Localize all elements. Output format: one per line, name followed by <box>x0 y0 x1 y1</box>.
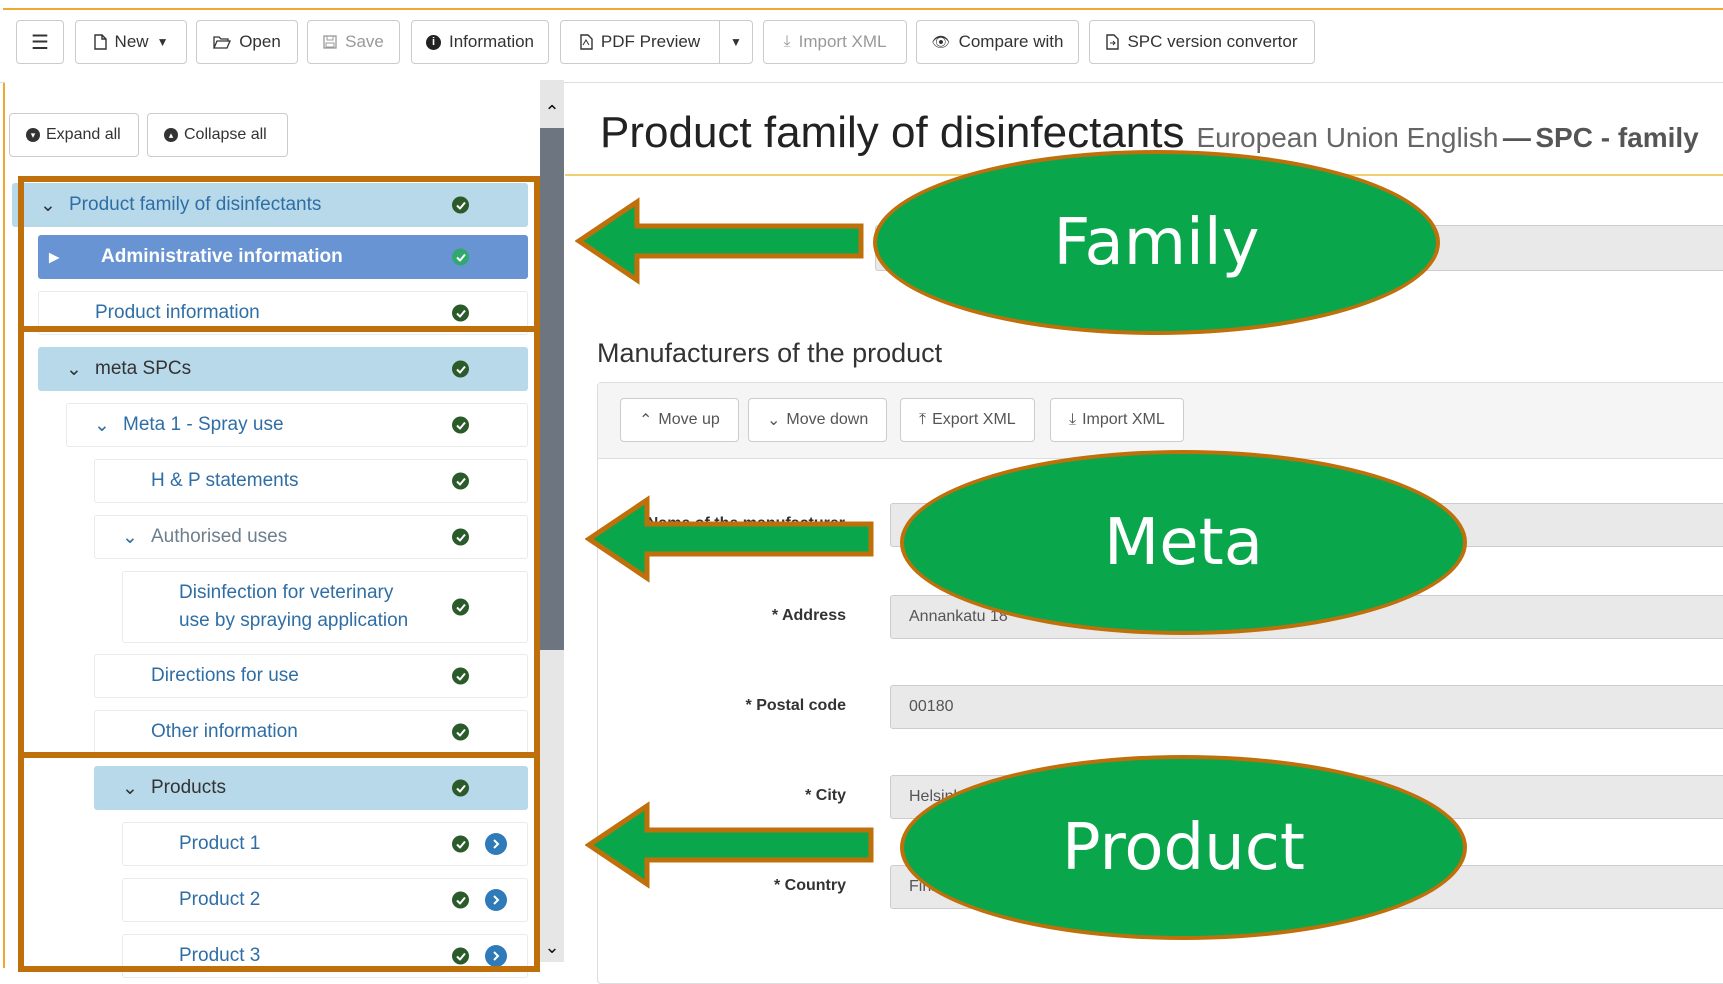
address-label: * Address <box>771 607 846 624</box>
family-bracket <box>18 176 540 332</box>
pdf-preview-dropdown[interactable]: ▼ <box>719 20 753 64</box>
import-xml-button[interactable]: ⤓ Import XML <box>763 20 907 64</box>
info-circle-icon: i <box>425 34 441 50</box>
hamburger-icon: ☰ <box>31 31 49 54</box>
scrollbar-thumb[interactable] <box>540 128 564 650</box>
export-xml-button[interactable]: ⤒ Export XML <box>900 398 1035 442</box>
section-title: Manufacturers of the product <box>597 338 943 368</box>
spc-version-convertor-button[interactable]: SPC version convertor <box>1089 20 1315 64</box>
product-annotation: Product <box>900 755 1467 940</box>
new-button[interactable]: New ▼ <box>75 20 187 64</box>
upload-icon: ⤒ <box>919 411 927 428</box>
floppy-icon <box>323 35 337 49</box>
move-up-button[interactable]: ⌃ Move up <box>620 398 739 442</box>
postal-code-label: * Postal code <box>745 697 846 714</box>
folder-open-icon <box>213 36 232 49</box>
caret-down-icon: ▼ <box>730 35 742 49</box>
compare-with-button[interactable]: 👁 Compare with <box>916 20 1079 64</box>
chevron-down-icon: ⌄ <box>767 412 781 429</box>
family-arrow-icon <box>575 197 864 285</box>
scroll-down-icon[interactable]: ⌄ <box>540 935 564 959</box>
download-icon: ⤓ <box>1069 411 1077 428</box>
toolbar: ☰ New ▼ Open Save i Information PDF Prev… <box>0 10 1723 83</box>
postal-code-input[interactable]: 00180 <box>890 685 1723 729</box>
product-arrow-icon <box>585 801 874 889</box>
collapse-all-button[interactable]: ▴ Collapse all <box>147 113 288 157</box>
save-button[interactable]: Save <box>307 20 400 64</box>
expand-all-button[interactable]: ▾ Expand all <box>9 113 139 157</box>
meta-bracket <box>18 326 540 758</box>
open-button[interactable]: Open <box>196 20 298 64</box>
eye-icon: 👁 <box>931 34 951 51</box>
meta-annotation: Meta <box>900 450 1467 635</box>
information-button[interactable]: i Information <box>411 20 549 64</box>
chevron-up-icon: ⌃ <box>639 412 653 429</box>
file-icon <box>93 34 107 50</box>
caret-down-icon: ▼ <box>156 35 169 49</box>
language-label: European Union English <box>1196 122 1499 153</box>
menu-button[interactable]: ☰ <box>16 20 64 64</box>
download-icon: ⤓ <box>783 33 791 50</box>
pdf-file-icon <box>580 34 593 50</box>
family-annotation: Family <box>873 150 1440 335</box>
chevron-circle-up-icon: ▴ <box>164 128 178 142</box>
panel-import-xml-button[interactable]: ⤓ Import XML <box>1050 398 1184 442</box>
product-bracket <box>18 752 540 972</box>
move-down-button[interactable]: ⌄ Move down <box>748 398 888 442</box>
pdf-preview-button[interactable]: PDF Preview <box>560 20 720 64</box>
meta-arrow-icon <box>585 495 874 583</box>
scroll-up-icon[interactable]: ⌃ <box>540 100 564 124</box>
chevron-circle-down-icon: ▾ <box>26 128 40 142</box>
spc-type-label: SPC - family <box>1535 122 1699 153</box>
convert-file-icon <box>1106 34 1120 50</box>
panel-toolbar: ⌃ Move up ⌄ Move down ⤒ Export XML ⤓ Imp… <box>598 383 1723 459</box>
